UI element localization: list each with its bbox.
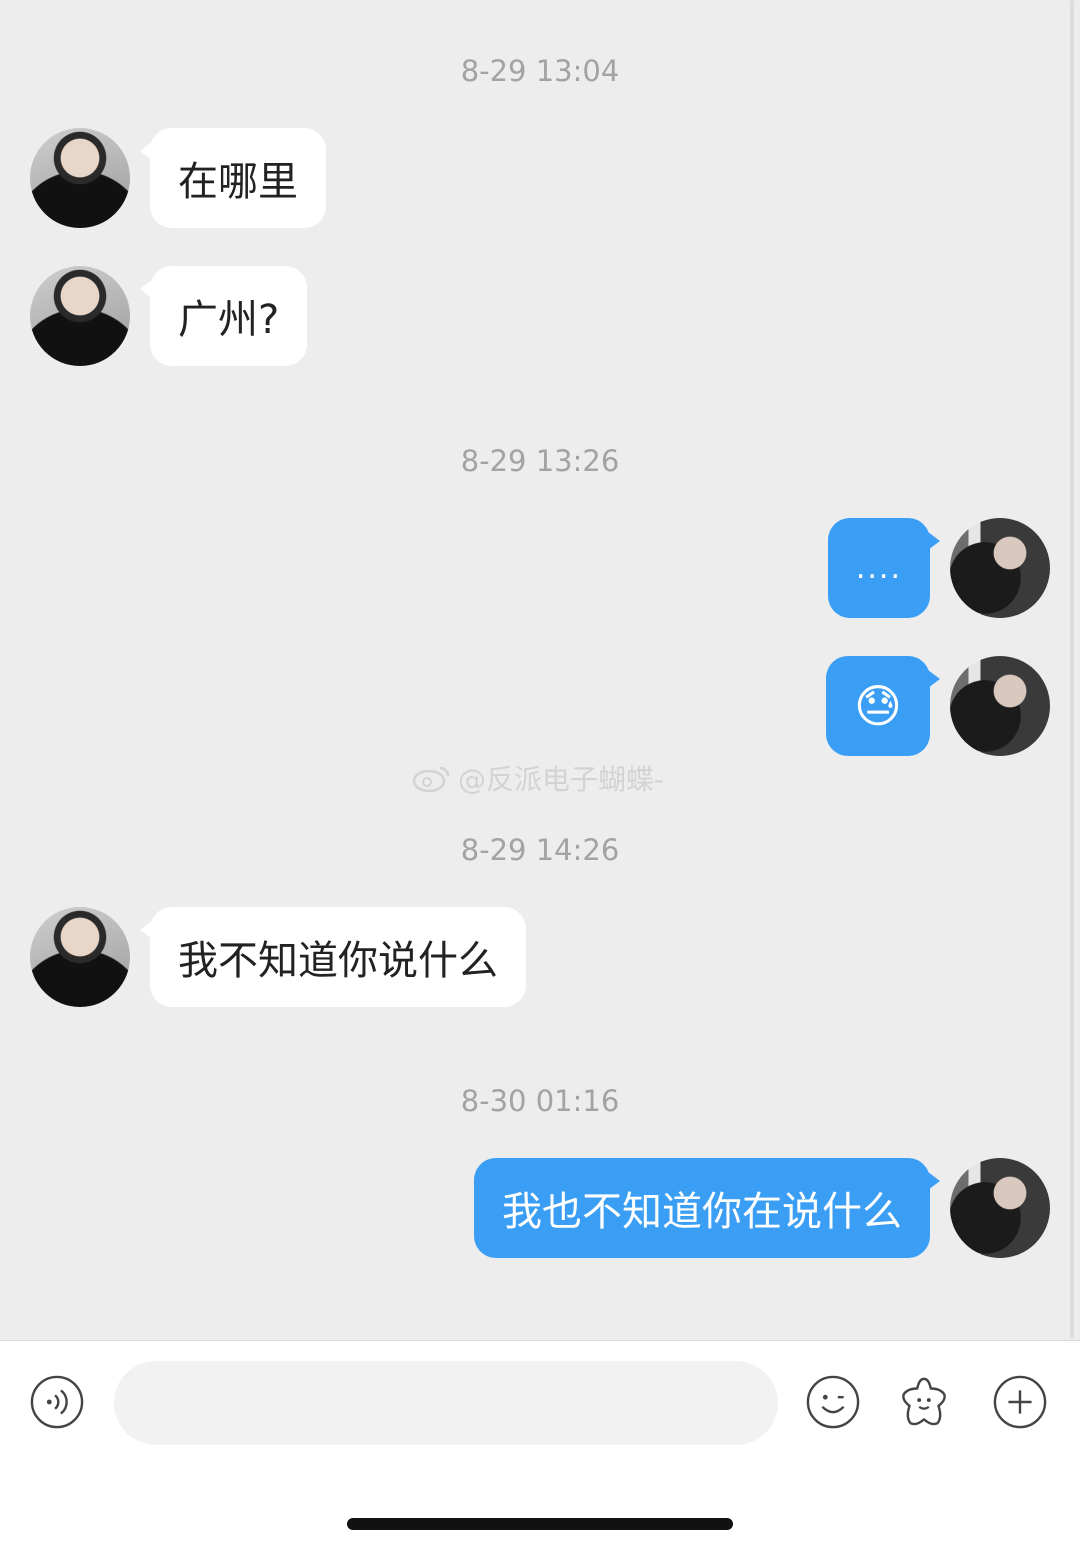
message-input[interactable] bbox=[114, 1361, 778, 1445]
contact-avatar[interactable] bbox=[30, 266, 130, 366]
scrollbar[interactable] bbox=[1070, 0, 1074, 1338]
sent-message[interactable]: 我也不知道你在说什么 bbox=[474, 1158, 940, 1258]
input-toolbar bbox=[0, 1340, 1080, 1551]
smiley-icon[interactable] bbox=[806, 1375, 860, 1429]
received-message[interactable]: 广州? bbox=[139, 266, 308, 366]
message-text: .... bbox=[855, 550, 902, 586]
contact-avatar[interactable] bbox=[30, 907, 130, 1007]
home-indicator[interactable] bbox=[347, 1518, 733, 1530]
voice-icon[interactable] bbox=[30, 1375, 84, 1429]
sent-message[interactable]: 😓 bbox=[826, 656, 940, 756]
chat-area[interactable]: 8-29 13:04 在哪里 广州? 8-29 13:26 .... 😓 @反派… bbox=[0, 0, 1080, 1340]
timestamp: 8-29 14:26 bbox=[460, 833, 620, 867]
timestamp: 8-29 13:26 bbox=[460, 444, 620, 478]
watermark-text: @反派电子蝴蝶- bbox=[458, 763, 665, 796]
self-avatar[interactable] bbox=[950, 518, 1050, 618]
sweat-face-emoji: 😓 bbox=[854, 679, 902, 733]
message-text: 在哪里 bbox=[178, 159, 298, 205]
self-avatar[interactable] bbox=[950, 1158, 1050, 1258]
contact-avatar[interactable] bbox=[30, 128, 130, 228]
message-text: 我不知道你说什么 bbox=[178, 938, 498, 984]
timestamp: 8-30 01:16 bbox=[460, 1084, 620, 1118]
message-text: 广州? bbox=[178, 297, 280, 343]
watermark: @反派电子蝴蝶- bbox=[412, 758, 664, 798]
received-message[interactable]: 我不知道你说什么 bbox=[140, 907, 526, 1007]
message-text: 我也不知道你在说什么 bbox=[502, 1189, 902, 1235]
sent-message[interactable]: .... bbox=[827, 518, 941, 618]
received-message[interactable]: 在哪里 bbox=[140, 128, 326, 228]
timestamp: 8-29 13:04 bbox=[460, 54, 620, 88]
plus-circle-icon[interactable] bbox=[993, 1375, 1047, 1429]
star-sticker-icon[interactable] bbox=[897, 1375, 951, 1429]
weibo-icon bbox=[412, 766, 450, 793]
self-avatar[interactable] bbox=[950, 656, 1050, 756]
